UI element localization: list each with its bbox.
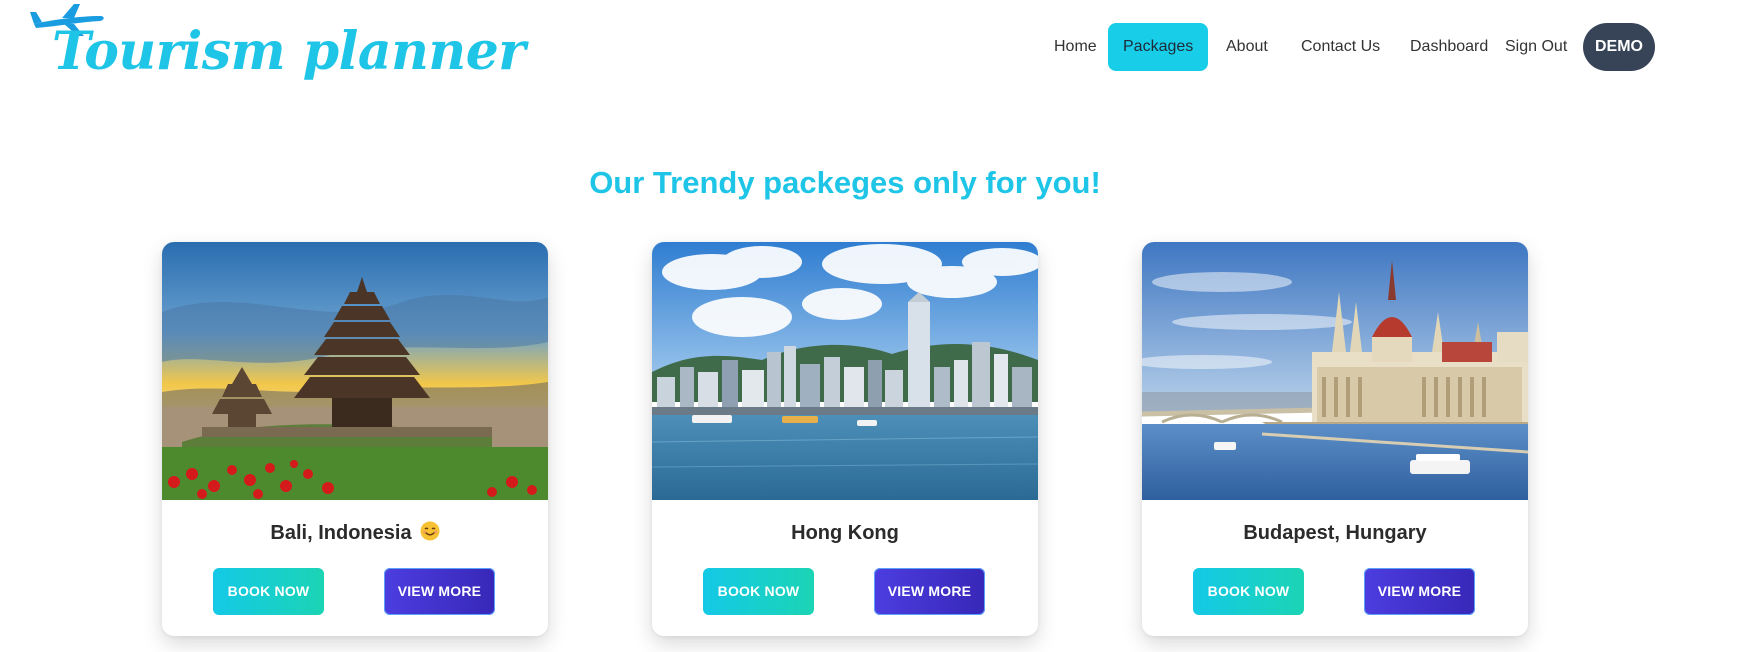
package-title: Bali, Indonesia [162,517,548,549]
budapest-parliament-photo [1142,242,1528,500]
header: Tourism planner Home Packages About Cont… [0,0,1737,96]
brand-name: Tourism planner [52,21,526,82]
package-card-hong-kong: Hong Kong BOOK NOW VIEW MORE [652,242,1038,636]
section-title: Our Trendy packeges only for you! [589,165,1101,200]
package-title: Budapest, Hungary [1243,522,1427,544]
hong-kong-skyline-photo [652,242,1038,500]
view-more-button[interactable]: VIEW MORE [874,568,985,615]
book-now-button[interactable]: BOOK NOW [213,568,324,615]
nav-packages[interactable]: Packages [1108,23,1209,71]
logo[interactable]: Tourism planner [30,4,526,90]
smiling-face-emoji [420,519,440,541]
nav-sign-out[interactable]: Sign Out [1505,23,1567,71]
package-title: Hong Kong [791,522,899,544]
nav-dashboard[interactable]: Dashboard [1410,23,1488,71]
bali-temple-photo [162,242,548,500]
view-more-button[interactable]: VIEW MORE [1364,568,1475,615]
book-now-button[interactable]: BOOK NOW [1193,568,1304,615]
nav-about[interactable]: About [1226,23,1268,71]
view-more-button[interactable]: VIEW MORE [384,568,495,615]
book-now-button[interactable]: BOOK NOW [703,568,814,615]
nav-contact-us[interactable]: Contact Us [1301,23,1380,71]
package-card-budapest: Budapest, Hungary BOOK NOW VIEW MORE [1142,242,1528,636]
user-demo-button[interactable]: DEMO [1583,23,1655,71]
package-card-bali: Bali, Indonesia BOOK NOW VIEW MORE [162,242,548,636]
nav-home[interactable]: Home [1054,23,1097,71]
